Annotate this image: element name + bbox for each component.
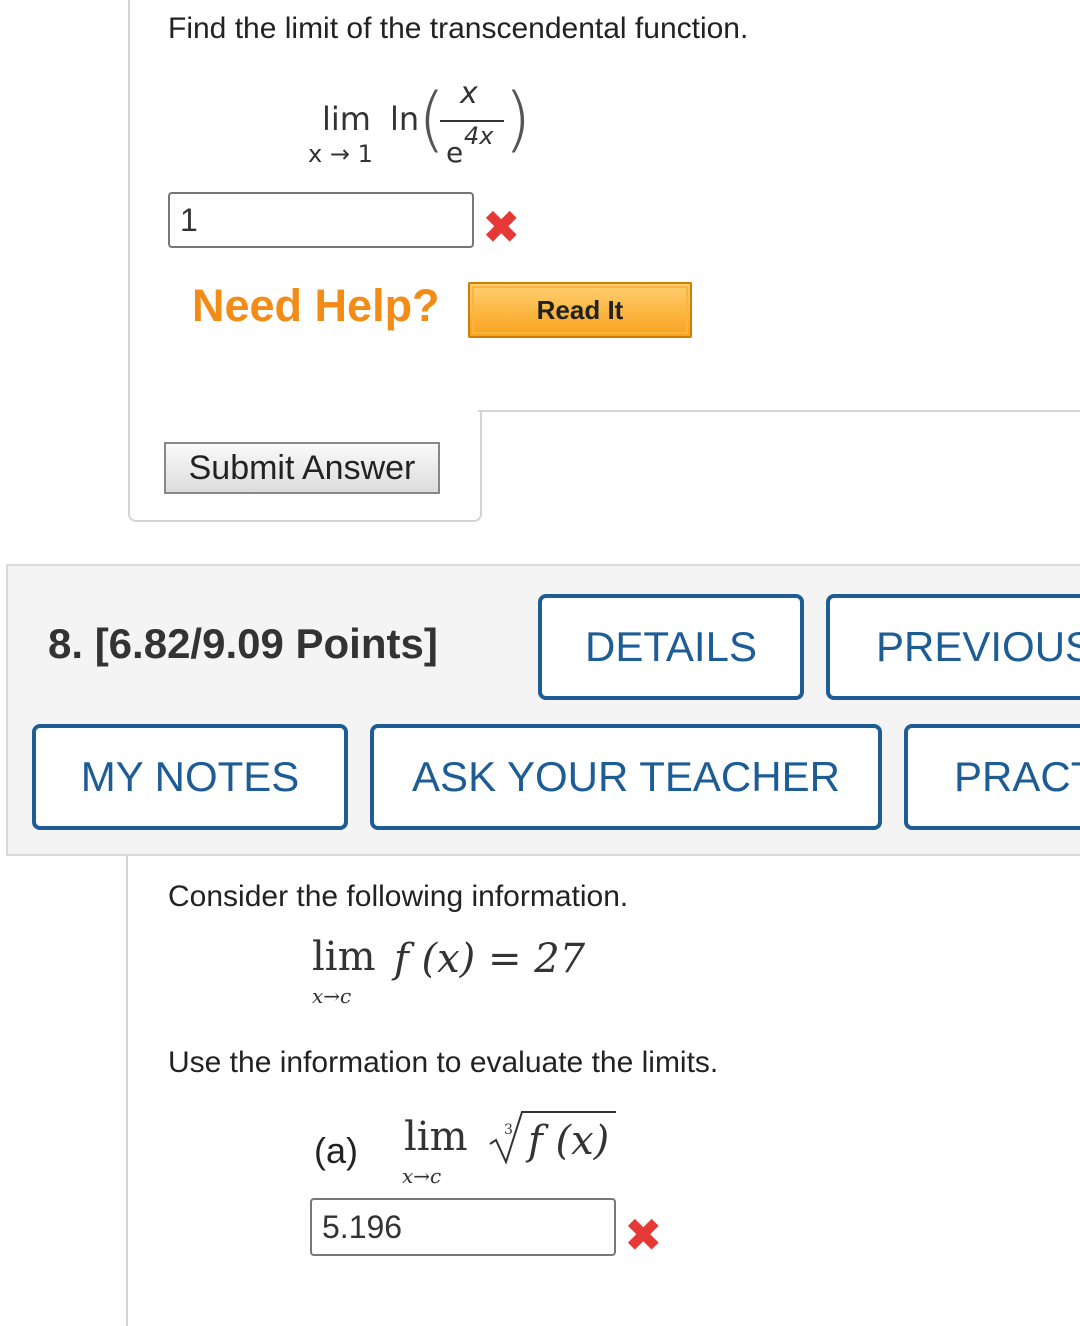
details-button[interactable]: DETAILS bbox=[538, 594, 804, 700]
previous-button[interactable]: PREVIOUS bbox=[826, 594, 1080, 700]
q8-given-expression: lim x→c f (x) = 27 bbox=[308, 934, 608, 1014]
part-a-expression: lim x→c 3 f (x) bbox=[400, 1110, 640, 1190]
incorrect-icon: ✖ bbox=[624, 1209, 663, 1261]
divider bbox=[478, 410, 1080, 412]
lim-operator: lim bbox=[312, 934, 376, 980]
q8-instruction-text: Use the information to evaluate the limi… bbox=[168, 1046, 719, 1079]
incorrect-icon: ✖ bbox=[482, 201, 521, 253]
practice-button[interactable]: PRACT bbox=[904, 724, 1080, 830]
need-help-label: Need Help? bbox=[192, 280, 440, 331]
ask-your-teacher-button[interactable]: ASK YOUR TEACHER bbox=[370, 724, 882, 830]
read-it-button[interactable]: Read It bbox=[468, 282, 692, 338]
radicand: f (x) bbox=[528, 1118, 610, 1164]
part-a-label: (a) bbox=[314, 1130, 358, 1171]
q7-limit-expression: lim x → 1 ln ( x e 4x ) bbox=[300, 74, 540, 174]
lim-subscript: x → 1 bbox=[308, 140, 373, 168]
right-paren: ) bbox=[504, 78, 532, 160]
submit-answer-button[interactable]: Submit Answer bbox=[164, 442, 440, 494]
q7-answer-input[interactable]: 1 bbox=[168, 192, 474, 248]
my-notes-button[interactable]: MY NOTES bbox=[32, 724, 348, 830]
fraction-denominator-exponent: 4x bbox=[464, 122, 494, 150]
q8-consider-text: Consider the following information. bbox=[168, 880, 629, 913]
fraction-denominator-base: e bbox=[446, 136, 464, 169]
given-function-value: f (x) = 27 bbox=[394, 936, 586, 982]
lim-subscript: x→c bbox=[402, 1164, 442, 1188]
lim-operator: lim bbox=[404, 1114, 468, 1160]
fraction-numerator: x bbox=[460, 76, 478, 111]
q7-prompt: Find the limit of the transcendental fun… bbox=[168, 12, 749, 45]
part-a-answer-input[interactable]: 5.196 bbox=[310, 1198, 616, 1256]
lim-subscript: x→c bbox=[312, 984, 352, 1008]
question-8-container bbox=[126, 856, 128, 1326]
left-paren: ( bbox=[418, 78, 446, 160]
ln-function: ln bbox=[390, 100, 420, 138]
question-8-title: 8. [6.82/9.09 Points] bbox=[48, 620, 438, 667]
lim-operator: lim bbox=[322, 100, 371, 138]
